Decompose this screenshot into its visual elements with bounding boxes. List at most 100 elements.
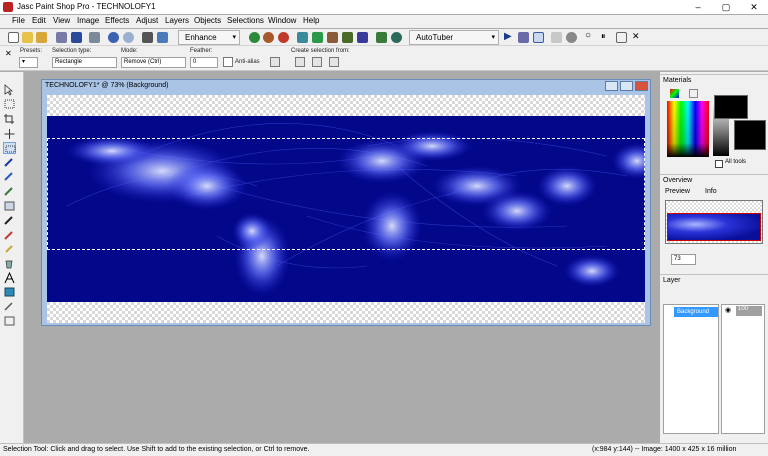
color-spectrum[interactable] [667, 101, 709, 157]
right-palettes: Materials All tools Overview Preview Inf… [660, 72, 768, 443]
cancel-icon[interactable]: ✕ [632, 31, 640, 42]
swatches-tab-icon[interactable] [689, 89, 698, 98]
print-icon[interactable] [89, 32, 100, 43]
crop-tool-icon[interactable] [3, 113, 16, 125]
edit-script-icon[interactable] [518, 32, 529, 43]
undo-icon[interactable] [108, 32, 119, 43]
close-button[interactable]: ✕ [740, 0, 768, 14]
rainbow-tab-icon[interactable] [670, 89, 679, 98]
dropper-tool-icon[interactable] [3, 156, 16, 168]
mode-dropdown[interactable]: Remove (Ctrl) [121, 57, 186, 68]
stop-icon[interactable] [616, 32, 627, 43]
script-label: AutoTuber [416, 33, 454, 42]
picture-tube-tool-icon[interactable] [3, 243, 16, 255]
menu-selections[interactable]: Selections [227, 16, 264, 25]
open-icon[interactable] [22, 32, 33, 43]
selection-from-mask-icon[interactable] [312, 57, 322, 67]
canvas[interactable] [47, 95, 645, 323]
browse-icon[interactable] [36, 32, 47, 43]
preset-shape-tool-icon[interactable] [3, 286, 16, 298]
new-icon[interactable] [8, 32, 19, 43]
paint-brush-tool-icon[interactable] [3, 170, 16, 182]
flood-fill-tool-icon[interactable] [3, 258, 16, 270]
menu-adjust[interactable]: Adjust [136, 16, 158, 25]
selection-type-dropdown[interactable]: Rectangle [52, 57, 117, 68]
layer-opacity[interactable]: 100 [736, 306, 762, 316]
paint-icon[interactable] [297, 32, 308, 43]
enhance-icon[interactable] [249, 32, 260, 43]
feather-input[interactable]: 0 [190, 57, 218, 68]
menu-edit[interactable]: Edit [32, 16, 46, 25]
scan-icon[interactable] [56, 32, 67, 43]
dodge-tool-icon[interactable] [3, 214, 16, 226]
redo-icon[interactable] [123, 32, 134, 43]
layer-list: Background [663, 304, 719, 434]
browser-icon[interactable] [357, 32, 368, 43]
pointer-tool-icon[interactable] [3, 84, 16, 96]
overview-image [667, 213, 761, 241]
retouch-icon[interactable] [278, 32, 289, 43]
antialias-checkbox[interactable] [223, 57, 233, 67]
zoom-input[interactable]: 73 [671, 254, 696, 265]
text-tool-icon[interactable] [3, 272, 16, 284]
eraser-tool-icon[interactable] [3, 229, 16, 241]
run-script-icon[interactable]: ▶ [504, 31, 512, 42]
effect-icon[interactable] [327, 32, 338, 43]
image-minimize-button[interactable] [605, 81, 618, 91]
tube-icon[interactable] [312, 32, 323, 43]
pause-icon[interactable]: ⏸ [601, 31, 606, 42]
preview-tab[interactable]: Preview [665, 188, 690, 195]
menu-help[interactable]: Help [303, 16, 319, 25]
select-all-icon[interactable] [270, 57, 280, 67]
selection-from-image-icon[interactable] [329, 57, 339, 67]
selection-tool-icon[interactable] [3, 142, 16, 154]
all-tools-checkbox[interactable] [715, 160, 723, 168]
menu-image[interactable]: Image [77, 16, 99, 25]
script-toggle-icon[interactable] [533, 32, 544, 43]
scratch-remover-tool-icon[interactable] [3, 200, 16, 212]
feather-label: Feather: [190, 48, 213, 54]
image-close-button[interactable] [635, 81, 648, 91]
visibility-eye-icon[interactable]: ◉ [725, 306, 731, 314]
minimize-button[interactable]: – [684, 0, 712, 14]
red-eye-icon[interactable] [263, 32, 274, 43]
web-icon[interactable] [391, 32, 402, 43]
script-stop-icon[interactable] [551, 32, 562, 43]
save-icon[interactable] [71, 32, 82, 43]
maximize-button[interactable]: ▢ [712, 0, 740, 14]
selection-from-layer-icon[interactable] [295, 57, 305, 67]
layer-icon[interactable] [342, 32, 353, 43]
menu-effects[interactable]: Effects [105, 16, 129, 25]
record-icon[interactable] [566, 32, 577, 43]
antialias-label: Anti-alias [235, 59, 260, 65]
selection-marquee[interactable] [47, 138, 645, 250]
object-selector-tool-icon[interactable] [3, 315, 16, 327]
close-options-icon[interactable]: ✕ [5, 49, 12, 58]
overview-title: Overview [660, 174, 768, 186]
background-color-swatch[interactable] [734, 120, 766, 150]
enhance-photo-dropdown[interactable]: Enhance Photo▾ [178, 30, 240, 55]
menu-file[interactable]: File [12, 16, 25, 25]
image-browser-icon[interactable] [376, 32, 387, 43]
cut-icon[interactable] [142, 32, 153, 43]
image-window-title: TECHNOLOFY1* @ 73% (Background) [45, 82, 169, 89]
materials-palette: Materials All tools [660, 72, 768, 172]
image-maximize-button[interactable] [620, 81, 633, 91]
move-tool-icon[interactable] [3, 128, 16, 140]
menu-view[interactable]: View [53, 16, 70, 25]
clone-brush-tool-icon[interactable] [3, 185, 16, 197]
presets-dropdown[interactable]: ▾ [19, 57, 38, 68]
menu-layers[interactable]: Layers [165, 16, 189, 25]
overview-thumbnail[interactable] [665, 200, 763, 244]
pan-tool-icon[interactable] [3, 98, 16, 110]
pen-tool-icon[interactable] [3, 300, 16, 312]
script-dropdown[interactable]: AutoTuber ▾ [409, 30, 499, 45]
play-icon[interactable]: ○ [585, 30, 591, 41]
overview-palette: Overview Preview Info 73 [660, 174, 768, 272]
copy-icon[interactable] [157, 32, 168, 43]
menu-objects[interactable]: Objects [194, 16, 221, 25]
menu-window[interactable]: Window [268, 16, 296, 25]
info-tab[interactable]: Info [705, 188, 717, 195]
layer-row-background[interactable]: Background [674, 307, 718, 317]
foreground-color-swatch[interactable] [714, 95, 748, 119]
